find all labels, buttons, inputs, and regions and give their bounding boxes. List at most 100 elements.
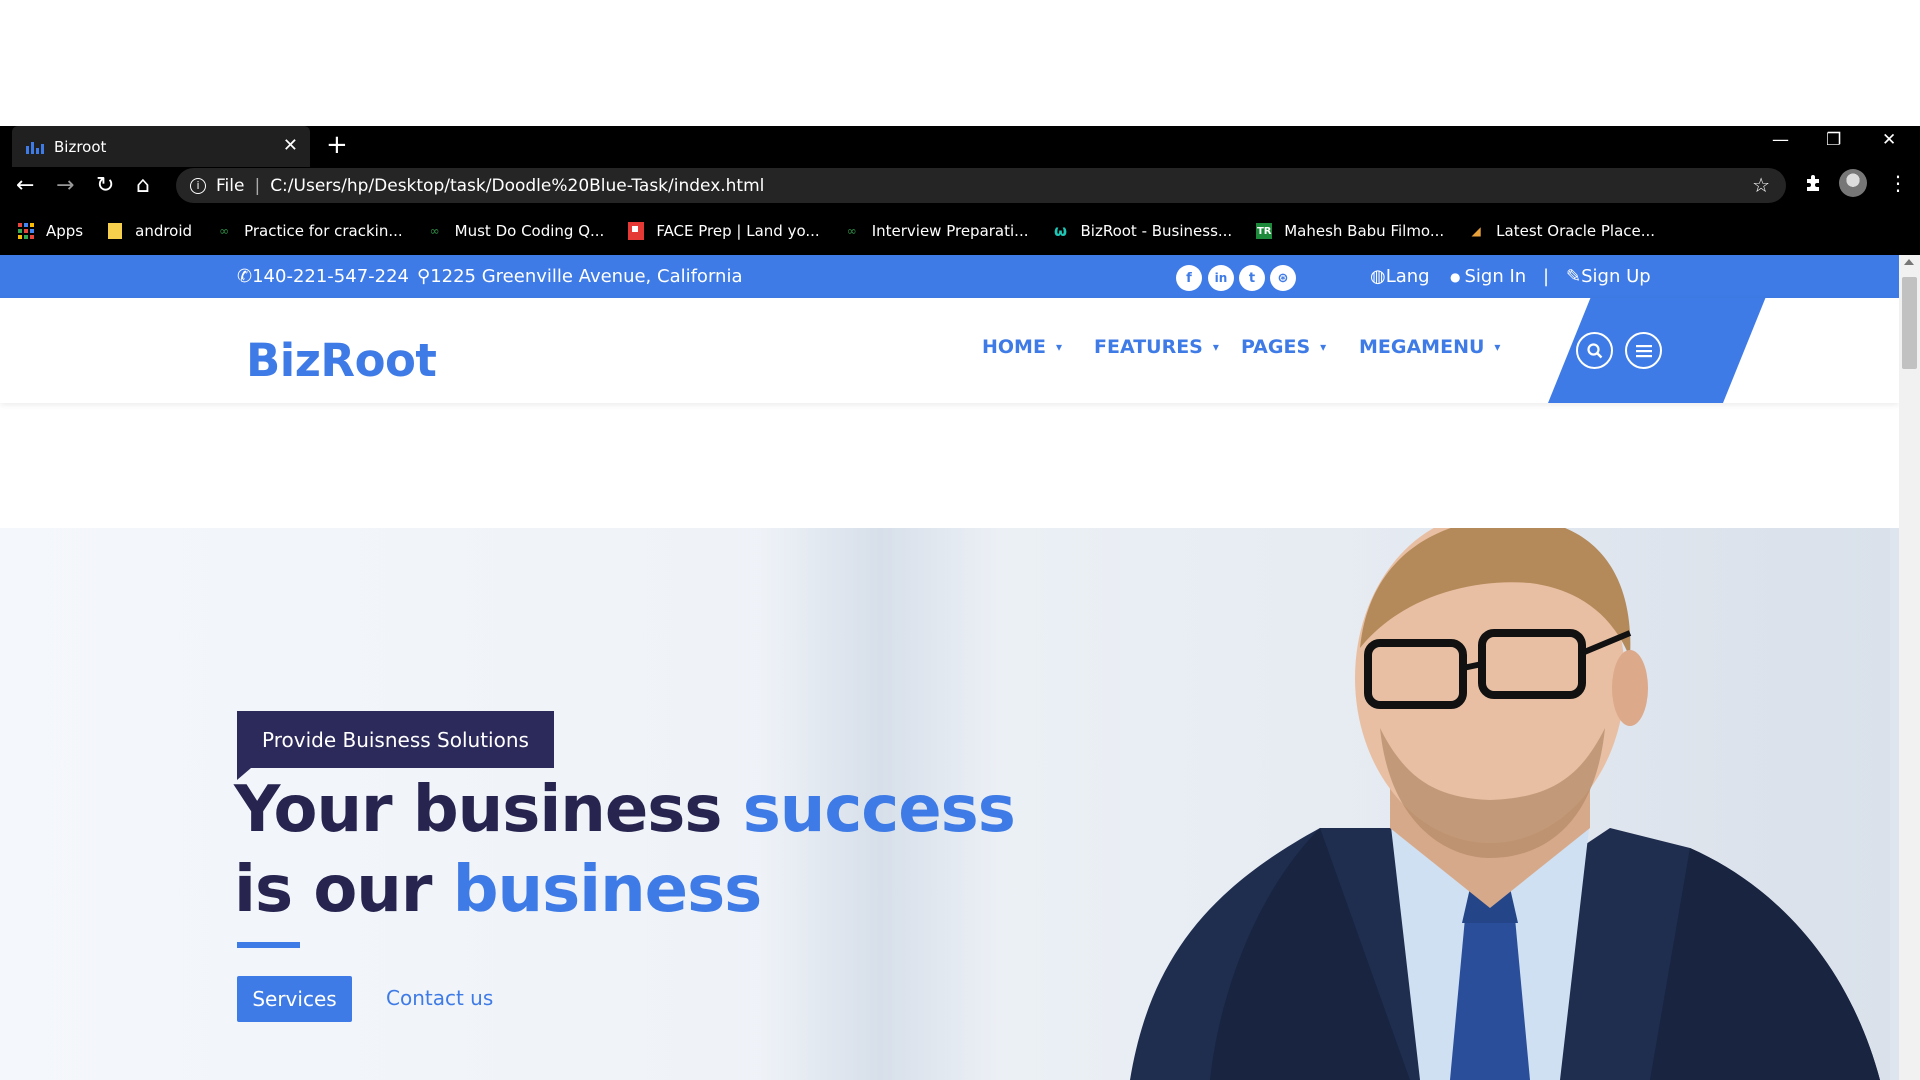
sign-up-label: Sign Up: [1581, 266, 1651, 287]
bookmark-faceprep[interactable]: FACE Prep | Land yo...: [628, 222, 820, 240]
top-info-bar: ✆ 140-221-547-224 ⚲ 1225 Greenville Aven…: [0, 255, 1899, 298]
reload-button[interactable]: ↻: [96, 173, 114, 198]
nav-label: FEATURES: [1094, 336, 1203, 358]
chevron-down-icon: ▾: [1212, 340, 1219, 354]
folder-icon: [107, 223, 123, 239]
tr-icon: TR: [1256, 223, 1273, 239]
bookmark-label: Mahesh Babu Filmo...: [1284, 222, 1445, 240]
window-close-button[interactable]: ✕: [1882, 130, 1896, 150]
topbar-divider: |: [1543, 266, 1550, 287]
browser-chrome: Bizroot ✕ + — ❐ ✕ ← → ↻ ⌂ i File | C:/Us…: [0, 126, 1920, 255]
gfg-icon: ∞: [219, 224, 230, 238]
bookmark-label: Must Do Coding Q...: [454, 222, 605, 240]
back-button[interactable]: ←: [16, 173, 34, 198]
page-scrollbar[interactable]: [1899, 255, 1920, 1080]
bookmark-label: Latest Oracle Place...: [1496, 222, 1656, 240]
bookmark-bizroot[interactable]: ω BizRoot - Business...: [1052, 222, 1232, 240]
bookmark-label: android: [135, 222, 193, 240]
headline-part: is our: [234, 853, 453, 927]
user-icon: ●: [1450, 269, 1461, 284]
hamburger-menu-icon[interactable]: [1625, 332, 1662, 369]
toolbar: ← → ↻ ⌂ i File | C:/Users/hp/Desktop/tas…: [0, 167, 1920, 207]
profile-avatar[interactable]: [1839, 169, 1867, 197]
tab-close-icon[interactable]: ✕: [283, 135, 298, 156]
address-separator: |: [254, 175, 261, 196]
bookmark-label: Practice for crackin...: [244, 222, 403, 240]
address-info: ⚲ 1225 Greenville Avenue, California: [417, 266, 742, 287]
scroll-up-icon[interactable]: [1904, 259, 1914, 265]
nav-label: HOME: [982, 336, 1046, 358]
nav-label: MEGAMENU: [1359, 336, 1485, 358]
hero-section: Provide Buisness Solutions Your business…: [0, 528, 1899, 1080]
linkedin-icon[interactable]: in: [1208, 265, 1234, 291]
nav-pages[interactable]: PAGES ▾: [1241, 336, 1326, 358]
bookmark-android[interactable]: android: [107, 222, 192, 240]
headline-highlight: business: [452, 853, 763, 927]
bookmark-practice[interactable]: ∞ Practice for crackin...: [216, 222, 403, 240]
headline-part: Your business: [234, 773, 743, 847]
globe-icon: ◍: [1370, 266, 1386, 287]
webpage: ✆ 140-221-547-224 ⚲ 1225 Greenville Aven…: [0, 255, 1899, 1080]
edit-icon: ✎: [1566, 266, 1582, 287]
sign-in-label: Sign In: [1464, 266, 1527, 287]
bookmarks-bar: Apps android ∞ Practice for crackin... ∞…: [0, 207, 1920, 255]
browser-tab[interactable]: Bizroot ✕: [12, 126, 310, 167]
scheme-label: File: [216, 175, 245, 196]
oracle-icon: ◢: [1471, 224, 1481, 238]
address-text: 1225 Greenville Avenue, California: [430, 266, 743, 287]
phone-number: 140-221-547-224: [252, 266, 410, 287]
headline-highlight: success: [742, 773, 1016, 847]
browser-menu-icon[interactable]: ⋮: [1888, 171, 1908, 195]
nav-home[interactable]: HOME ▾: [982, 336, 1062, 358]
gfg-icon: ∞: [846, 224, 857, 238]
site-logo[interactable]: BizRoot: [246, 334, 437, 387]
bookmark-oracle[interactable]: ◢ Latest Oracle Place...: [1468, 222, 1656, 240]
new-tab-button[interactable]: +: [326, 130, 348, 160]
dribbble-icon[interactable]: ⊛: [1270, 265, 1296, 291]
bookmark-mahesh[interactable]: TR Mahesh Babu Filmo...: [1256, 222, 1444, 240]
bookmark-apps[interactable]: Apps: [18, 222, 83, 240]
phone-icon: ✆: [237, 266, 253, 287]
services-button[interactable]: Services: [237, 976, 352, 1022]
apps-grid-icon: [18, 223, 34, 239]
site-info-icon[interactable]: i: [190, 177, 206, 194]
bizroot-icon: ω: [1053, 222, 1067, 240]
facebook-icon[interactable]: f: [1176, 265, 1202, 291]
lang-label: Lang: [1385, 266, 1430, 287]
phone-contact[interactable]: ✆ 140-221-547-224: [237, 266, 409, 287]
faceprep-icon: [628, 222, 645, 240]
nav-features[interactable]: FEATURES ▾: [1094, 336, 1219, 358]
bookmark-label: BizRoot - Business...: [1080, 222, 1233, 240]
hero-badge: Provide Buisness Solutions: [237, 711, 554, 768]
restore-button[interactable]: ❐: [1826, 130, 1841, 150]
hero-headline: Your business success is our business: [234, 770, 1016, 930]
businessman-photo: [1130, 528, 1880, 1080]
lang-selector[interactable]: ◍ Lang: [1370, 266, 1430, 287]
sign-in-link[interactable]: ● Sign In: [1450, 266, 1526, 287]
puzzle-icon[interactable]: [1803, 173, 1823, 198]
site-header: BizRoot HOME ▾ FEATURES ▾ PAGES ▾ MEGAME…: [0, 298, 1899, 403]
bizroot-favicon-icon: [26, 140, 44, 154]
bookmark-label: Interview Preparati...: [871, 222, 1029, 240]
bookmark-label: Apps: [46, 222, 84, 240]
sign-up-link[interactable]: ✎ Sign Up: [1566, 266, 1651, 287]
bookmark-interview[interactable]: ∞ Interview Preparati...: [844, 222, 1029, 240]
search-icon[interactable]: [1576, 332, 1613, 369]
chevron-down-icon: ▾: [1494, 340, 1501, 354]
location-icon: ⚲: [417, 266, 431, 287]
nav-label: PAGES: [1241, 336, 1311, 358]
twitter-icon[interactable]: t: [1239, 265, 1265, 291]
home-button[interactable]: ⌂: [136, 173, 150, 198]
bookmark-must-do[interactable]: ∞ Must Do Coding Q...: [427, 222, 605, 240]
nav-megamenu[interactable]: MEGAMENU ▾: [1359, 336, 1500, 358]
minimize-button[interactable]: —: [1772, 130, 1789, 150]
gfg-icon: ∞: [429, 224, 440, 238]
scrollbar-thumb[interactable]: [1902, 277, 1917, 369]
bookmark-star-icon[interactable]: ☆: [1752, 173, 1770, 197]
url-text[interactable]: C:/Users/hp/Desktop/task/Doodle%20Blue-T…: [270, 176, 764, 196]
address-bar[interactable]: i File | C:/Users/hp/Desktop/task/Doodle…: [176, 168, 1786, 203]
chevron-down-icon: ▾: [1320, 340, 1327, 354]
contact-us-link[interactable]: Contact us: [386, 986, 493, 1010]
forward-button[interactable]: →: [56, 173, 74, 198]
tab-title: Bizroot: [54, 137, 107, 156]
